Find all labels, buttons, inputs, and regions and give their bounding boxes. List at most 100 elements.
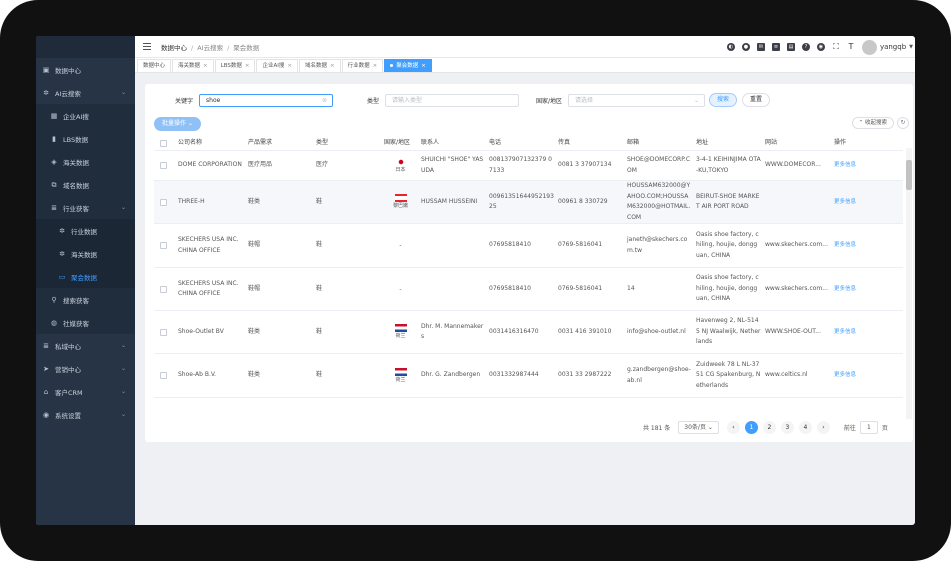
netherlands-flag-icon xyxy=(394,324,407,332)
refresh-icon[interactable]: ↻ xyxy=(897,117,909,129)
pie-icon[interactable]: ◐ xyxy=(726,43,735,51)
table-row[interactable]: THREE-H 鞋类 鞋黎巴嫩 HUSSAM HUSSEINI 009613516449… xyxy=(154,181,903,224)
main-area: 数据中心 / AI云搜索 / 聚会数据 ◐ ● ✉ ≡ ▤ ? ◉ ⛶ T yangqb… xyxy=(135,36,915,525)
cell-type: 医疗 xyxy=(316,161,329,169)
tab-item[interactable]: LBS数据 × xyxy=(214,59,256,72)
more-info-link[interactable]: 更多信息 xyxy=(832,160,873,171)
sidebar-item-label: 域名数据 xyxy=(63,181,89,190)
cell-contact: HUSSAM HUSSEINI xyxy=(421,197,478,205)
close-icon[interactable]: × xyxy=(287,63,292,69)
tab-item[interactable]: 海关数据 × xyxy=(172,59,214,72)
batch-button[interactable]: 批量操作 ⌄ xyxy=(154,117,201,131)
sidebar-item[interactable]: ≣ 行业获客 ⌄ xyxy=(36,196,135,219)
reset-button[interactable]: 重置 xyxy=(742,93,771,107)
category-input[interactable]: 请输入类型 xyxy=(385,93,520,107)
country-select[interactable]: 请选择 ⌄ xyxy=(568,93,706,107)
row-checkbox[interactable] xyxy=(160,372,167,379)
search-button[interactable]: 搜索 xyxy=(709,93,738,107)
close-icon[interactable]: × xyxy=(330,63,335,69)
cell-phone: 07695818410 xyxy=(489,241,531,249)
table-row[interactable]: Shoe-Outlet BV 鞋类 鞋荷兰 Dhr. M. Mannemakers 00… xyxy=(154,311,903,354)
app-screen: ▣ 数据中心 ✲ AI云搜索 ⌄ ▦ 企业AI搜 ▮ LBS数据 ◈ 海关数据 ⧉ 域名数据 ≣ 行业获客 ⌄… xyxy=(36,36,915,525)
select-all-checkbox[interactable] xyxy=(160,139,167,147)
sidebar-item[interactable]: ◈ 海关数据 xyxy=(36,150,135,173)
tab-item[interactable]: 企业AI搜 × xyxy=(256,59,298,72)
cell-fax: 0031 33 2987222 xyxy=(558,371,612,379)
goto-page-input[interactable]: 1 xyxy=(859,420,878,434)
username[interactable]: yangqb xyxy=(880,43,906,51)
more-info-link[interactable]: 更多信息 xyxy=(832,370,873,381)
help-icon[interactable]: ? xyxy=(801,43,810,51)
sidebar-item[interactable]: ▦ 企业AI搜 xyxy=(36,104,135,127)
doc-icon[interactable]: ≡ xyxy=(771,43,780,51)
table-row[interactable]: SKECHERS USA INC. CHINA OFFICE 鞋帽 鞋 - 076958… xyxy=(154,224,903,268)
page-number[interactable]: 2 xyxy=(762,420,776,434)
prev-page-button[interactable]: ‹ xyxy=(726,420,740,434)
keyword-input[interactable]: shoe ⊗ xyxy=(199,93,334,107)
tab-item[interactable]: 行业数据 × xyxy=(341,59,384,72)
table-row[interactable]: DOME CORPORATION 医疗用品 医疗 日本 SHUICHI "SHOE" Y… xyxy=(154,151,903,181)
close-icon[interactable]: × xyxy=(203,63,208,69)
collapse-search-button[interactable]: ⌃ 收起搜索 xyxy=(851,117,894,129)
cell-product: 医疗用品 xyxy=(248,161,273,169)
chevron-down-icon[interactable]: ▼ xyxy=(909,44,913,50)
cell-product: 鞋帽 xyxy=(248,241,261,249)
table-row[interactable]: Shoe-Ab B.V. 鞋类 鞋荷兰 Dhr. G. Zandbergen 00313… xyxy=(154,354,903,398)
scrollbar-thumb[interactable] xyxy=(906,160,912,190)
tab-item[interactable]: 聚会数据 × xyxy=(384,59,432,72)
github-icon[interactable]: ◉ xyxy=(816,43,825,51)
font-size-icon[interactable]: T xyxy=(847,43,855,51)
row-checkbox[interactable] xyxy=(160,198,167,206)
sidebar-item-label: 海关数据 xyxy=(63,158,89,167)
more-info-link[interactable]: 更多信息 xyxy=(832,240,873,251)
page-size-select[interactable]: 30条/页 ⌄ xyxy=(678,420,719,434)
breadcrumb-item[interactable]: AI云搜索 xyxy=(197,44,223,52)
chevron-down-icon: ⌄ xyxy=(120,411,126,418)
print-icon[interactable]: ▤ xyxy=(786,43,795,51)
row-checkbox[interactable] xyxy=(160,162,167,169)
sidebar-item[interactable]: ✲ AI云搜索 ⌄ xyxy=(36,81,135,104)
sidebar-item[interactable]: ▭ 聚会数据 xyxy=(36,265,135,288)
close-icon[interactable]: × xyxy=(421,63,426,69)
next-page-button[interactable]: › xyxy=(816,420,830,434)
fullscreen-icon[interactable]: ⛶ xyxy=(832,43,840,51)
sidebar-item[interactable]: ➤ 营销中心 ⌄ xyxy=(36,357,135,380)
row-checkbox[interactable] xyxy=(160,328,167,336)
page-number[interactable]: 3 xyxy=(780,420,794,434)
sidebar-item[interactable]: ≣ 私域中心 ⌄ xyxy=(36,334,135,357)
chat-icon[interactable]: ● xyxy=(741,43,750,51)
page-number[interactable]: 4 xyxy=(798,420,812,434)
cell-website: WWW.SHOE-OUT... xyxy=(765,327,821,335)
tab-item[interactable]: 数据中心 xyxy=(137,59,172,72)
more-info-link[interactable]: 更多信息 xyxy=(832,284,873,295)
sidebar-item-label: 海关数据 xyxy=(71,250,97,259)
sidebar-item[interactable]: ⚲ 搜索获客 xyxy=(36,288,135,311)
cell-address: Oasis shoe factory, chiling, houjie, don… xyxy=(696,230,759,259)
clear-icon[interactable]: ⊗ xyxy=(322,95,327,106)
mail-icon[interactable]: ✉ xyxy=(756,43,765,51)
lebanon-flag-icon xyxy=(394,194,407,202)
avatar[interactable] xyxy=(861,39,877,55)
sidebar-item[interactable]: ✲ 海关数据 xyxy=(36,242,135,265)
more-info-link[interactable]: 更多信息 xyxy=(832,327,873,338)
sidebar-item[interactable]: ⧉ 域名数据 xyxy=(36,173,135,196)
sidebar-item[interactable]: ▮ LBS数据 xyxy=(36,127,135,150)
tab-item[interactable]: 域名数据 × xyxy=(298,59,341,72)
row-checkbox[interactable] xyxy=(160,242,167,249)
sidebar-item[interactable]: ✲ 行业数据 xyxy=(36,219,135,242)
sidebar-item[interactable]: ⌂ 客户CRM ⌄ xyxy=(36,380,135,403)
search-icon: ⚲ xyxy=(51,295,57,304)
sidebar-item[interactable]: ▣ 数据中心 xyxy=(36,58,135,81)
sidebar-item[interactable]: ◍ 社媒获客 xyxy=(36,311,135,334)
column-header: 网站 xyxy=(765,138,778,146)
breadcrumb-item[interactable]: 数据中心 xyxy=(161,44,187,52)
hamburger-icon[interactable] xyxy=(143,43,151,50)
close-icon[interactable]: × xyxy=(245,63,250,69)
cell-contact: Dhr. G. Zandbergen xyxy=(421,371,481,379)
more-info-link[interactable]: 更多信息 xyxy=(832,197,873,208)
close-icon[interactable]: × xyxy=(373,63,378,69)
sidebar-item[interactable]: ◉ 系统设置 ⌄ xyxy=(36,403,135,426)
row-checkbox[interactable] xyxy=(160,285,167,293)
page-number[interactable]: 1 xyxy=(744,420,758,434)
table-row[interactable]: SKECHERS USA INC. CHINA OFFICE 鞋帽 鞋 - 076958… xyxy=(154,268,903,311)
